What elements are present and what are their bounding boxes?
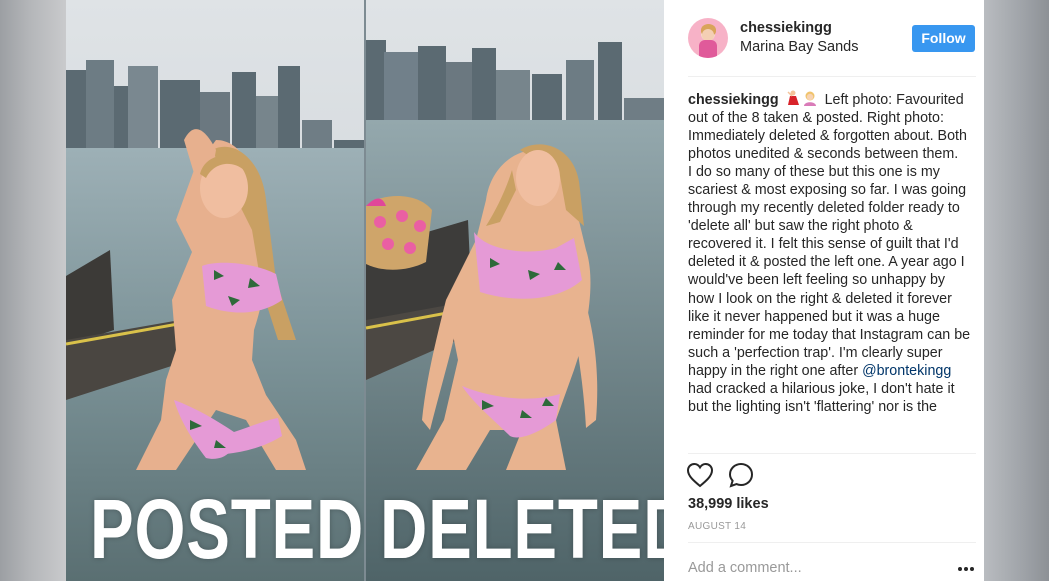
mention-link[interactable]: @bronteking​g [862, 363, 951, 379]
comment-icon[interactable] [727, 461, 755, 489]
background-right [984, 0, 1049, 581]
more-dot [958, 567, 962, 571]
posted-overlay-text: POSTED [90, 482, 365, 576]
comment-divider [688, 542, 976, 543]
more-options-icon[interactable] [958, 567, 974, 573]
post-header: chessiekingg Marina Bay Sands Follow [664, 0, 984, 76]
likes-count[interactable]: 38,999 likes [688, 496, 769, 512]
caption-text-part2: I do so many of these but this one is my… [688, 164, 971, 379]
avatar-body [699, 40, 717, 58]
avatar[interactable] [688, 18, 728, 58]
comment-input[interactable] [688, 556, 928, 580]
caption-divider [688, 453, 976, 454]
background-left [0, 0, 66, 581]
post-photo[interactable]: POSTED DELETED [66, 0, 664, 581]
heart-icon[interactable] [686, 462, 714, 488]
caption-text-part3: had cracked a hilarious joke, I don't ha… [688, 380, 955, 415]
more-dot [964, 567, 968, 571]
post-details-panel: chessiekingg Marina Bay Sands Follow che… [664, 0, 984, 581]
post-date[interactable]: AUGUST 14 [688, 521, 746, 532]
caption-username-link[interactable]: chessiekingg [688, 92, 779, 108]
follow-button[interactable]: Follow [912, 25, 975, 52]
header-divider [688, 76, 976, 77]
caption-emoji-icon [787, 90, 816, 106]
more-dot [970, 567, 974, 571]
username-link[interactable]: chessiekingg [740, 20, 832, 36]
deleted-overlay-text: DELETED [380, 482, 664, 576]
post-caption: chessiekingg Left photo: Favourited out … [688, 90, 974, 452]
location-link[interactable]: Marina Bay Sands [740, 39, 858, 55]
